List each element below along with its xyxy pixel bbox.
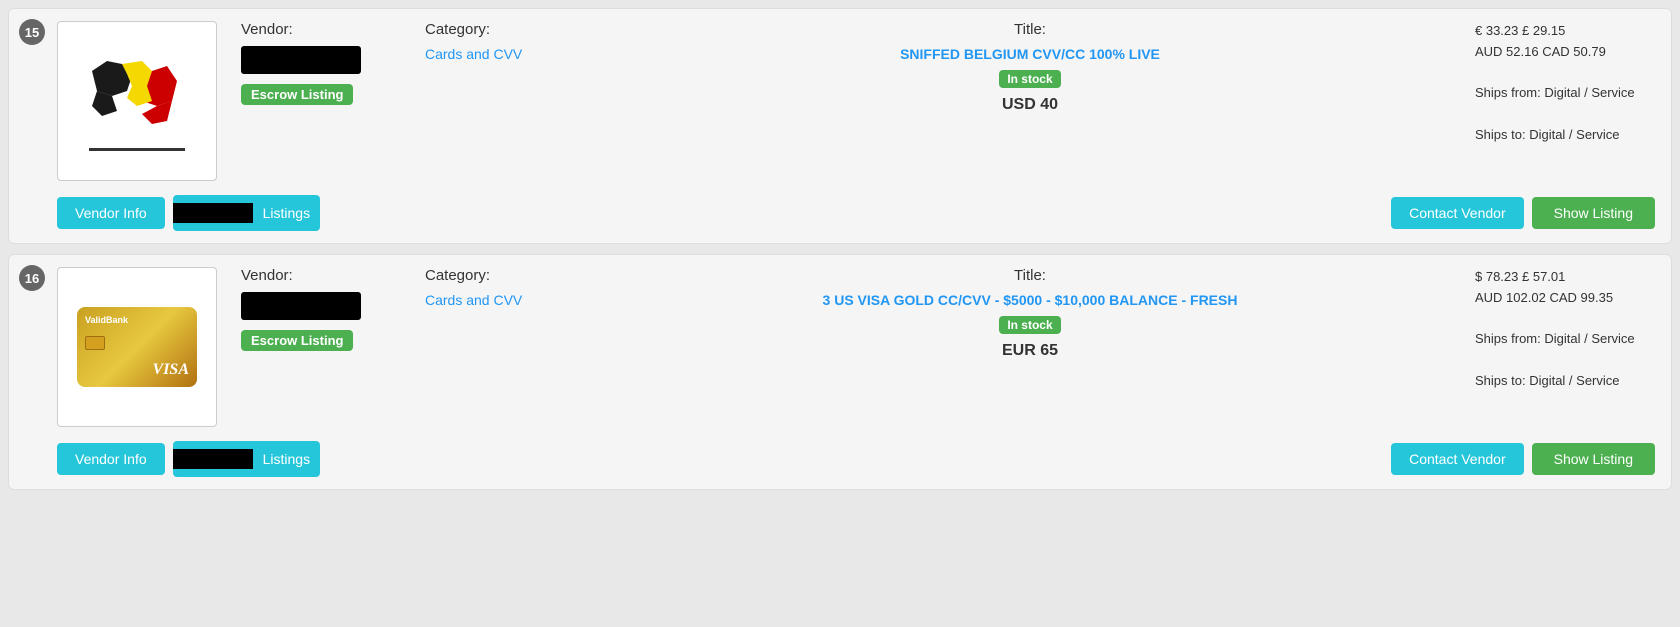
- category-label-16: Category:: [425, 267, 585, 284]
- listing-card-16: 16 ValidBank VISA Vendor: Escrow Listing…: [8, 254, 1672, 490]
- listing-image-15: [57, 21, 217, 181]
- contact-vendor-button-15[interactable]: Contact Vendor: [1391, 197, 1524, 229]
- vendor-name-redacted-15: [241, 46, 361, 74]
- in-stock-badge-16: In stock: [999, 316, 1060, 334]
- price-main-15: USD 40: [609, 96, 1451, 114]
- category-link-15[interactable]: Cards and CVV: [425, 46, 522, 62]
- price-main-16: EUR 65: [609, 342, 1451, 360]
- vendor-listings-name-redacted-15: [173, 203, 253, 223]
- listing-title-section-15: Title: SNIFFED BELGIUM CVV/CC 100% LIVE …: [609, 21, 1451, 114]
- listing-category-16: Category: Cards and CVV: [425, 267, 585, 308]
- listing-title-section-16: Title: 3 US VISA GOLD CC/CVV - $5000 - $…: [609, 267, 1451, 360]
- ships-to-16: Ships to: Digital / Service: [1475, 371, 1655, 392]
- card-chip-16: [85, 336, 105, 350]
- listing-category-15: Category: Cards and CVV: [425, 21, 585, 62]
- show-listing-button-15[interactable]: Show Listing: [1532, 197, 1655, 229]
- card-bank-name-16: ValidBank: [85, 315, 128, 325]
- listing-actions-15: Vendor Info Listings Contact Vendor Show…: [21, 195, 1655, 231]
- listing-vendor-16: Vendor: Escrow Listing: [241, 267, 401, 351]
- listing-price-section-16: $ 78.23 £ 57.01 AUD 102.02 CAD 99.35 Shi…: [1475, 267, 1655, 392]
- price-eur-gbp-15: € 33.23 £ 29.15: [1475, 21, 1655, 42]
- listing-image-16: ValidBank VISA: [57, 267, 217, 427]
- ships-to-15: Ships to: Digital / Service: [1475, 125, 1655, 146]
- price-aud-cad-16: AUD 102.02 CAD 99.35: [1475, 288, 1655, 309]
- contact-vendor-button-16[interactable]: Contact Vendor: [1391, 443, 1524, 475]
- listings-label-16: Listings: [253, 451, 320, 467]
- listing-number-15: 15: [19, 19, 45, 45]
- vendor-listings-button-15[interactable]: Listings: [173, 195, 320, 231]
- listing-card-15: 15: [8, 8, 1672, 244]
- vendor-name-redacted-16: [241, 292, 361, 320]
- escrow-badge-16: Escrow Listing: [241, 330, 353, 351]
- show-listing-button-16[interactable]: Show Listing: [1532, 443, 1655, 475]
- vendor-label-15: Vendor:: [241, 21, 401, 38]
- ships-from-15: Ships from: Digital / Service: [1475, 83, 1655, 104]
- listing-price-section-15: € 33.23 £ 29.15 AUD 52.16 CAD 50.79 Ship…: [1475, 21, 1655, 146]
- title-link-15[interactable]: SNIFFED BELGIUM CVV/CC 100% LIVE: [609, 46, 1451, 62]
- ships-from-16: Ships from: Digital / Service: [1475, 329, 1655, 350]
- vendor-listings-name-redacted-16: [173, 449, 253, 469]
- title-link-16[interactable]: 3 US VISA GOLD CC/CVV - $5000 - $10,000 …: [609, 292, 1451, 308]
- price-usd-gbp-16: $ 78.23 £ 57.01: [1475, 267, 1655, 288]
- title-label-15: Title:: [609, 21, 1451, 38]
- title-label-16: Title:: [609, 267, 1451, 284]
- vendor-label-16: Vendor:: [241, 267, 401, 284]
- vendor-info-button-15[interactable]: Vendor Info: [57, 197, 165, 229]
- vendor-listings-button-16[interactable]: Listings: [173, 441, 320, 477]
- listing-vendor-15: Vendor: Escrow Listing: [241, 21, 401, 105]
- category-label-15: Category:: [425, 21, 585, 38]
- listing-actions-16: Vendor Info Listings Contact Vendor Show…: [21, 441, 1655, 477]
- category-link-16[interactable]: Cards and CVV: [425, 292, 522, 308]
- in-stock-badge-15: In stock: [999, 70, 1060, 88]
- vendor-info-button-16[interactable]: Vendor Info: [57, 443, 165, 475]
- listings-label-15: Listings: [253, 205, 320, 221]
- escrow-badge-15: Escrow Listing: [241, 84, 353, 105]
- visa-card-image-16: ValidBank VISA: [77, 307, 197, 387]
- visa-logo-16: VISA: [85, 361, 189, 379]
- price-aud-cad-15: AUD 52.16 CAD 50.79: [1475, 42, 1655, 63]
- listing-number-16: 16: [19, 265, 45, 291]
